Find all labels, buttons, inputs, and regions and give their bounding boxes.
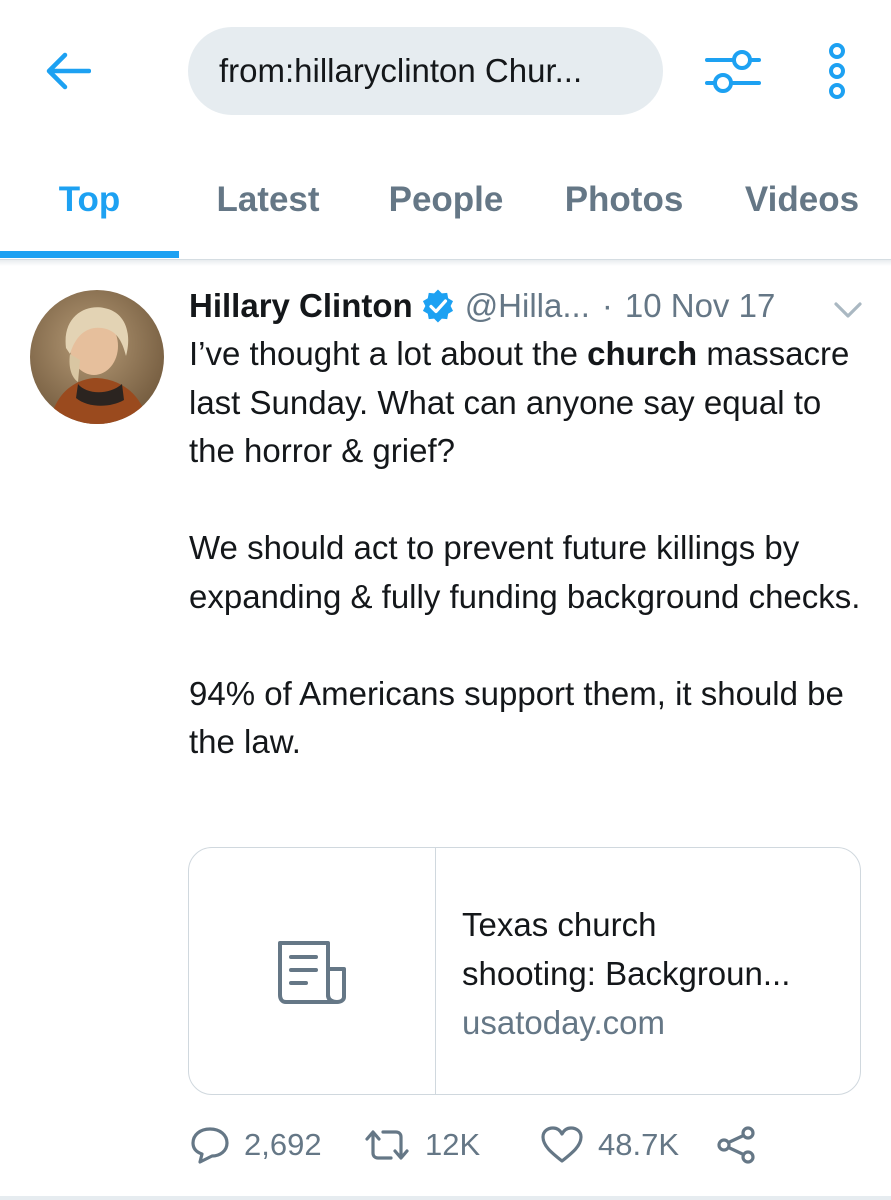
card-domain: usatoday.com [462,1004,665,1041]
active-tab-indicator [0,251,179,258]
tweet-divider [0,1196,891,1200]
search-filter-button[interactable] [703,44,763,98]
tweet-actions: 2,692 12K 48.7K [188,1115,868,1175]
share-button[interactable] [716,1115,756,1175]
top-bar: from:hillaryclinton Chur... [0,0,891,140]
card-text: Texas church shooting: Backgroun... usat… [462,900,842,1048]
search-query-text: from:hillaryclinton Chur... [219,52,583,89]
like-button[interactable]: 48.7K [540,1115,679,1175]
tab-people[interactable]: People [357,140,535,260]
tab-latest[interactable]: Latest [179,140,357,260]
verified-badge-icon [422,289,453,323]
tab-top[interactable]: Top [0,140,179,260]
profile-photo [30,290,164,424]
author-name[interactable]: Hillary Clinton [189,287,413,325]
retweet-icon [365,1130,409,1160]
tab-videos[interactable]: Videos [713,140,891,260]
link-preview-card[interactable]: Texas church shooting: Backgroun... usat… [188,847,861,1095]
reply-icon [191,1127,229,1164]
tab-photos[interactable]: Photos [535,140,713,260]
separator-dot: · [601,287,613,324]
tweet-paragraph-1: I’ve thought a lot about the church mass… [189,335,850,469]
reply-count: 2,692 [244,1127,322,1162]
tweet-text: I’ve thought a lot about the church mass… [189,330,869,767]
tabs-shadow [0,260,891,266]
search-input[interactable]: from:hillaryclinton Chur... [188,27,663,115]
tweet-paragraph-3: 94% of Americans support them, it should… [189,674,844,761]
tweet-header: Hillary Clinton @Hilla... · 10 Nov 17 [189,282,869,330]
retweet-count: 12K [425,1127,481,1162]
back-button[interactable] [40,46,96,96]
card-thumbnail [189,848,436,1094]
tweet-paragraph-2: We should act to prevent future killings… [189,529,861,615]
heart-icon [541,1126,583,1163]
reply-button[interactable]: 2,692 [190,1115,322,1175]
more-vertical-icon [829,43,845,99]
avatar[interactable] [30,290,164,424]
card-title-line-2: shooting: Backgroun... [462,955,791,992]
share-icon [717,1126,755,1164]
like-count: 48.7K [598,1127,680,1162]
more-options-button[interactable] [815,42,859,100]
search-tabs: Top Latest People Photos Videos [0,140,891,260]
highlighted-keyword: church [587,335,698,372]
sliders-icon [705,50,761,93]
author-handle[interactable]: @Hilla... [465,287,590,325]
arrow-left-icon [46,52,91,90]
article-icon [278,941,346,1004]
tweet-date[interactable]: 10 Nov 17 [625,287,775,325]
card-title-line-1: Texas church [462,906,657,943]
chevron-down-icon[interactable] [832,296,864,322]
retweet-button[interactable]: 12K [363,1115,480,1175]
